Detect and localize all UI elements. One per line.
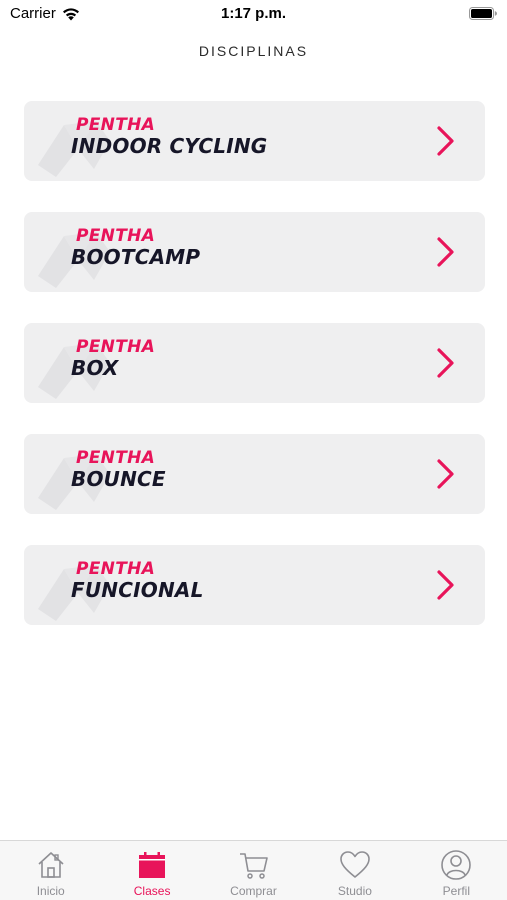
card-brand: PENTHA — [76, 226, 156, 246]
card-title: INDOOR CYCLING — [71, 134, 268, 158]
tab-studio[interactable]: Studio — [304, 841, 405, 900]
card-title: FUNCIONAL — [71, 578, 204, 602]
home-icon — [38, 852, 64, 878]
discipline-card-box[interactable]: PENTHA BOX — [24, 323, 485, 403]
chevron-right-icon — [437, 237, 454, 267]
tab-label: Perfil — [442, 884, 470, 898]
battery-icon — [469, 7, 497, 24]
discipline-list: PENTHA INDOOR CYCLING PENTHA BOOTCAMP PE… — [24, 101, 485, 656]
card-title: BOX — [71, 356, 119, 380]
tab-clases[interactable]: Clases — [101, 841, 202, 900]
discipline-card-indoor-cycling[interactable]: PENTHA INDOOR CYCLING — [24, 101, 485, 181]
chevron-right-icon — [437, 348, 454, 378]
heart-icon — [340, 851, 370, 878]
card-title: BOUNCE — [71, 467, 166, 491]
card-brand: PENTHA — [76, 337, 156, 357]
status-bar: Carrier 1:17 p.m. — [0, 0, 507, 28]
discipline-card-bootcamp[interactable]: PENTHA BOOTCAMP — [24, 212, 485, 292]
profile-icon — [441, 850, 472, 880]
tab-label: Comprar — [230, 884, 277, 898]
card-brand: PENTHA — [76, 559, 156, 579]
chevron-right-icon — [437, 459, 454, 489]
screen: Carrier 1:17 p.m. DISCIPLINAS PENTHA IND… — [0, 0, 507, 900]
tab-comprar[interactable]: Comprar — [203, 841, 304, 900]
tab-label: Inicio — [36, 884, 65, 898]
card-title: BOOTCAMP — [71, 245, 201, 269]
tab-perfil[interactable]: Perfil — [406, 841, 507, 900]
cart-icon — [239, 853, 268, 879]
calendar-icon — [139, 852, 166, 878]
tab-inicio[interactable]: Inicio — [0, 841, 101, 900]
chevron-right-icon — [437, 570, 454, 600]
page-title: DISCIPLINAS — [198, 43, 309, 59]
discipline-card-funcional[interactable]: PENTHA FUNCIONAL — [24, 545, 485, 625]
tab-label: Studio — [337, 884, 372, 898]
card-brand: PENTHA — [76, 115, 156, 135]
clock: 1:17 p.m. — [220, 5, 287, 22]
discipline-card-bounce[interactable]: PENTHA BOUNCE — [24, 434, 485, 514]
tab-label: Clases — [133, 884, 171, 898]
card-brand: PENTHA — [76, 448, 156, 468]
chevron-right-icon — [437, 126, 454, 156]
tab-bar: Inicio Clases Comprar Studio Perfil — [0, 840, 507, 900]
